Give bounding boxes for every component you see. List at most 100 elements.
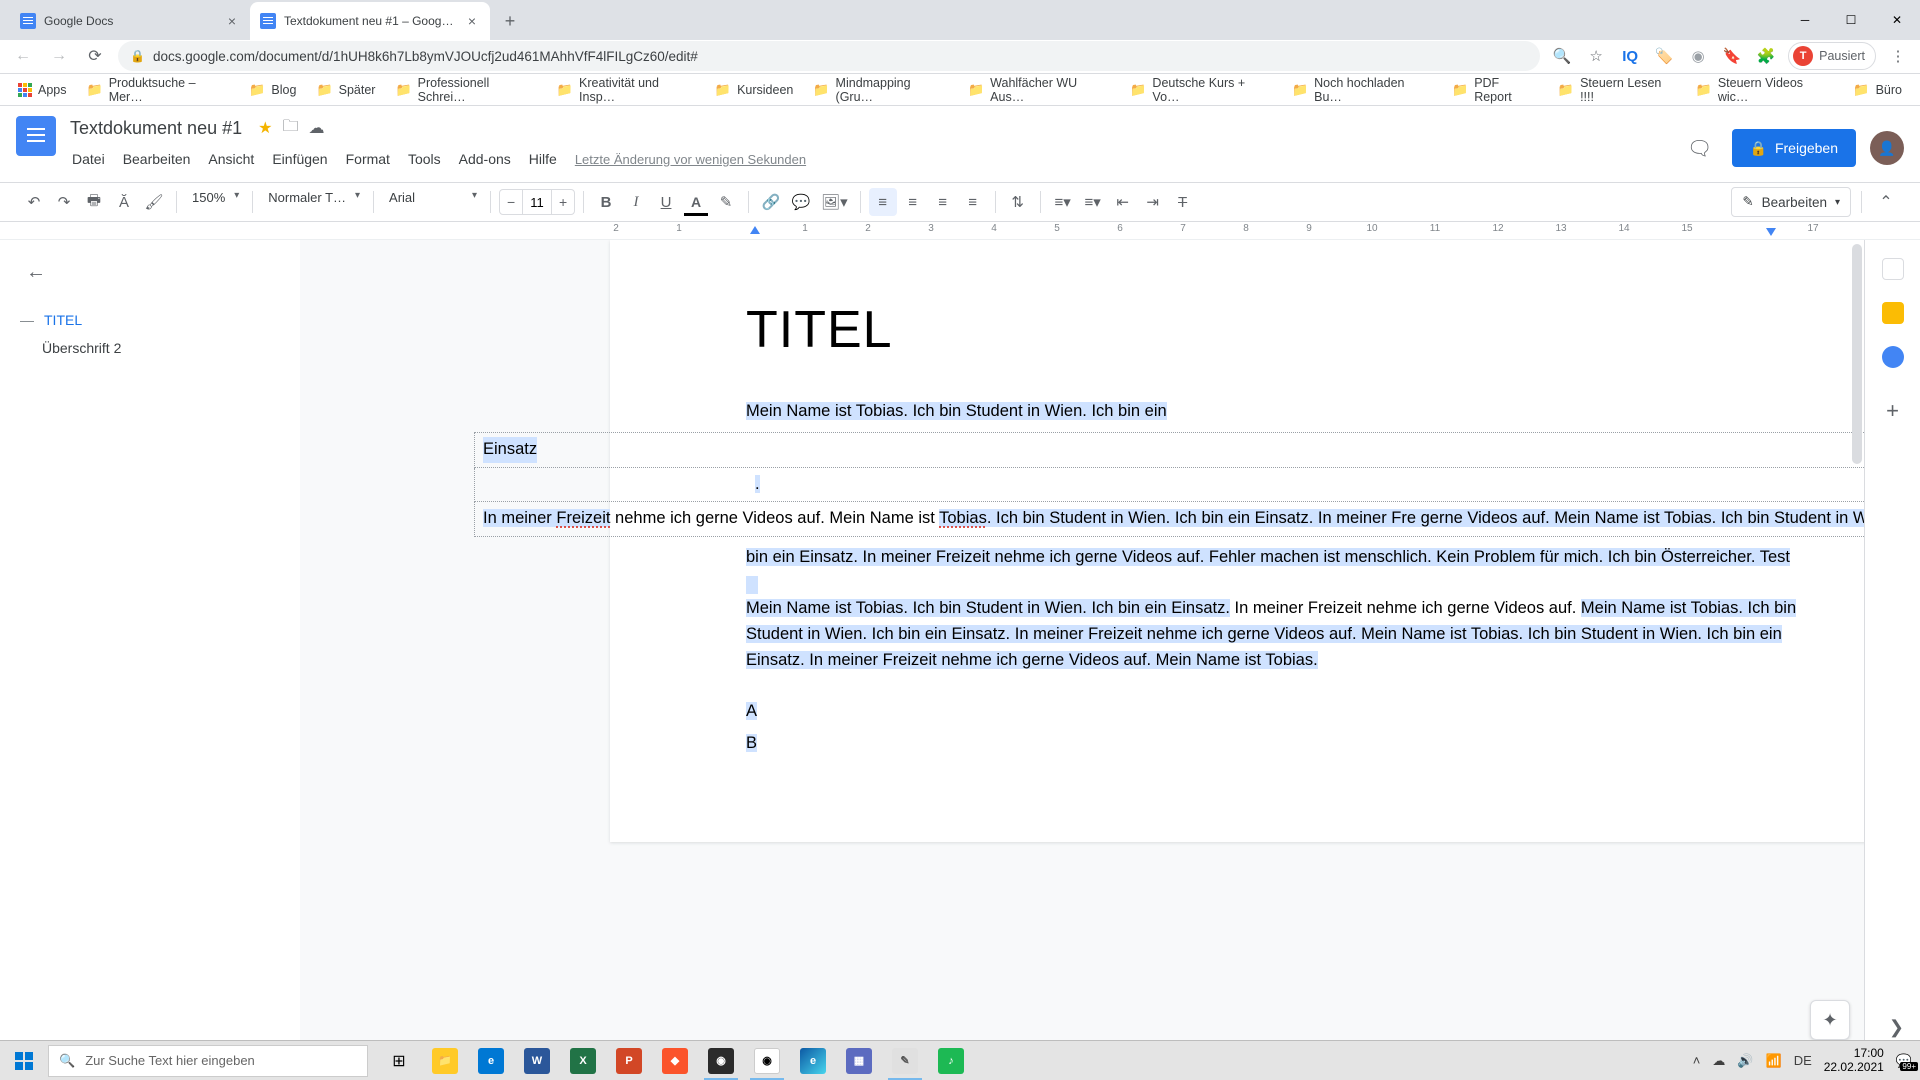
tasks-app-icon[interactable]: [1882, 346, 1904, 368]
paragraph[interactable]: Mein Name ist Tobias. Ich bin Student in…: [746, 596, 1810, 673]
window-close-button[interactable]: ✕: [1874, 0, 1920, 40]
vertical-scrollbar[interactable]: [1850, 240, 1862, 1050]
bookmark-item[interactable]: 📁Kreativität und Insp…: [549, 77, 703, 103]
network-icon[interactable]: 📶: [1766, 1053, 1782, 1069]
menu-format[interactable]: Format: [338, 147, 398, 171]
url-field[interactable]: 🔒 docs.google.com/document/d/1hUH8k6h7Lb…: [118, 41, 1540, 71]
back-button[interactable]: ←: [10, 43, 36, 69]
table-row[interactable]: Einsatz: [474, 432, 1864, 468]
browser-tab[interactable]: Google Docs ×: [10, 2, 250, 40]
menu-einfuegen[interactable]: Einfügen: [264, 147, 335, 171]
insert-comment-button[interactable]: 💬: [787, 188, 815, 216]
decrease-font-button[interactable]: −: [500, 194, 522, 210]
profile-button[interactable]: T Pausiert: [1788, 42, 1876, 70]
bookmark-star-icon[interactable]: ☆: [1584, 44, 1608, 68]
table-row[interactable]: .: [474, 468, 1864, 503]
taskbar-app-excel[interactable]: X: [560, 1041, 606, 1080]
taskbar-app-edge-legacy[interactable]: e: [468, 1041, 514, 1080]
language-indicator[interactable]: DE: [1794, 1053, 1812, 1068]
paragraph[interactable]: A: [746, 699, 1810, 725]
notifications-button[interactable]: 💬99+: [1896, 1053, 1912, 1069]
explore-button[interactable]: ✦: [1810, 1000, 1850, 1040]
clear-formatting-button[interactable]: T: [1169, 188, 1197, 216]
align-justify-button[interactable]: ≡: [959, 188, 987, 216]
zoom-icon[interactable]: 🔍: [1550, 44, 1574, 68]
extension-icon[interactable]: ◉: [1686, 44, 1710, 68]
redo-button[interactable]: ↷: [50, 188, 78, 216]
extension-icon[interactable]: IQ: [1618, 44, 1642, 68]
cloud-status-icon[interactable]: ☁: [308, 118, 324, 138]
underline-button[interactable]: U: [652, 188, 680, 216]
extension-icon[interactable]: 🔖: [1720, 44, 1744, 68]
taskbar-app-spotify[interactable]: ♪: [928, 1041, 974, 1080]
outline-item-title[interactable]: — TITEL: [20, 306, 300, 334]
document-heading-title[interactable]: TITEL: [746, 290, 1810, 371]
menu-hilfe[interactable]: Hilfe: [521, 147, 565, 171]
add-addon-button[interactable]: +: [1886, 398, 1899, 424]
scrollbar-thumb[interactable]: [1852, 244, 1862, 464]
bookmark-item[interactable]: 📁Kursideen: [707, 77, 801, 103]
bookmark-item[interactable]: 📁Mindmapping (Gru…: [805, 77, 956, 103]
spelling-error[interactable]: Tobias: [939, 509, 987, 527]
font-select[interactable]: Arial: [382, 189, 482, 215]
extension-icon[interactable]: 🏷️: [1652, 44, 1676, 68]
line-spacing-button[interactable]: ⇅: [1004, 188, 1032, 216]
undo-button[interactable]: ↶: [20, 188, 48, 216]
bookmark-item[interactable]: 📁Wahlfächer WU Aus…: [960, 77, 1118, 103]
onedrive-icon[interactable]: ☁: [1712, 1053, 1725, 1069]
insert-image-button[interactable]: 🖼▾: [817, 188, 852, 216]
taskbar-app-explorer[interactable]: 📁: [422, 1041, 468, 1080]
taskbar-clock[interactable]: 17:00 22.02.2021: [1824, 1047, 1884, 1075]
new-tab-button[interactable]: +: [496, 8, 524, 36]
menu-ansicht[interactable]: Ansicht: [200, 147, 262, 171]
last-edit-link[interactable]: Letzte Änderung vor wenigen Sekunden: [575, 152, 806, 167]
bookmark-item[interactable]: 📁Produktsuche – Mer…: [79, 77, 238, 103]
menu-tools[interactable]: Tools: [400, 147, 449, 171]
insert-link-button[interactable]: 🔗: [757, 188, 785, 216]
taskbar-app-generic[interactable]: ▦: [836, 1041, 882, 1080]
comments-button[interactable]: 🗨: [1682, 130, 1718, 166]
paragraph[interactable]: [746, 576, 1810, 590]
taskbar-app-powerpoint[interactable]: P: [606, 1041, 652, 1080]
keep-app-icon[interactable]: [1882, 302, 1904, 324]
volume-icon[interactable]: 🔊: [1737, 1053, 1753, 1069]
bookmark-item[interactable]: 📁Deutsche Kurs + Vo…: [1122, 77, 1280, 103]
collapse-toolbar-button[interactable]: ⌃: [1872, 188, 1900, 216]
table[interactable]: Einsatz . In meiner Freizeit nehme ich g…: [474, 432, 1864, 537]
browser-tab-active[interactable]: Textdokument neu #1 – Google Docs ×: [250, 2, 490, 40]
bookmark-item[interactable]: 📁Büro: [1845, 77, 1910, 103]
menu-bearbeiten[interactable]: Bearbeiten: [115, 147, 199, 171]
start-button[interactable]: [0, 1041, 48, 1080]
window-minimize-button[interactable]: ─: [1782, 0, 1828, 40]
close-icon[interactable]: ×: [464, 13, 480, 29]
chrome-menu-icon[interactable]: ⋮: [1886, 44, 1910, 68]
horizontal-ruler[interactable]: 2112345678910111213141517: [0, 222, 1920, 240]
align-center-button[interactable]: ≡: [899, 188, 927, 216]
font-size-stepper[interactable]: − 11 +: [499, 189, 575, 215]
spelling-error[interactable]: Freizeit: [556, 509, 610, 527]
spellcheck-button[interactable]: Ă: [110, 188, 138, 216]
indent-marker-right-icon[interactable]: [1766, 228, 1776, 236]
calendar-app-icon[interactable]: [1882, 258, 1904, 280]
bulleted-list-button[interactable]: ≡▾: [1079, 188, 1107, 216]
task-view-button[interactable]: ⊞: [376, 1041, 422, 1080]
bookmark-item[interactable]: 📁Blog: [241, 77, 304, 103]
side-panel-toggle[interactable]: ❯: [1889, 1017, 1904, 1038]
taskbar-app-brave[interactable]: ◆: [652, 1041, 698, 1080]
numbered-list-button[interactable]: ≡▾: [1049, 188, 1077, 216]
paragraph[interactable]: [746, 679, 1810, 693]
increase-font-button[interactable]: +: [552, 194, 574, 210]
taskbar-app-edge[interactable]: e: [790, 1041, 836, 1080]
text-color-button[interactable]: A: [682, 188, 710, 216]
bookmark-item[interactable]: 📁Steuern Lesen !!!!: [1550, 77, 1684, 103]
increase-indent-button[interactable]: ⇥: [1139, 188, 1167, 216]
taskbar-app-chrome[interactable]: ◉: [744, 1041, 790, 1080]
indent-marker-left-icon[interactable]: [750, 226, 760, 234]
bold-button[interactable]: B: [592, 188, 620, 216]
decrease-indent-button[interactable]: ⇤: [1109, 188, 1137, 216]
tray-chevron-icon[interactable]: ˄: [1693, 1053, 1701, 1068]
style-select[interactable]: Normaler T…: [261, 189, 365, 215]
highlight-button[interactable]: ✎: [712, 188, 740, 216]
taskbar-app-word[interactable]: W: [514, 1041, 560, 1080]
align-right-button[interactable]: ≡: [929, 188, 957, 216]
